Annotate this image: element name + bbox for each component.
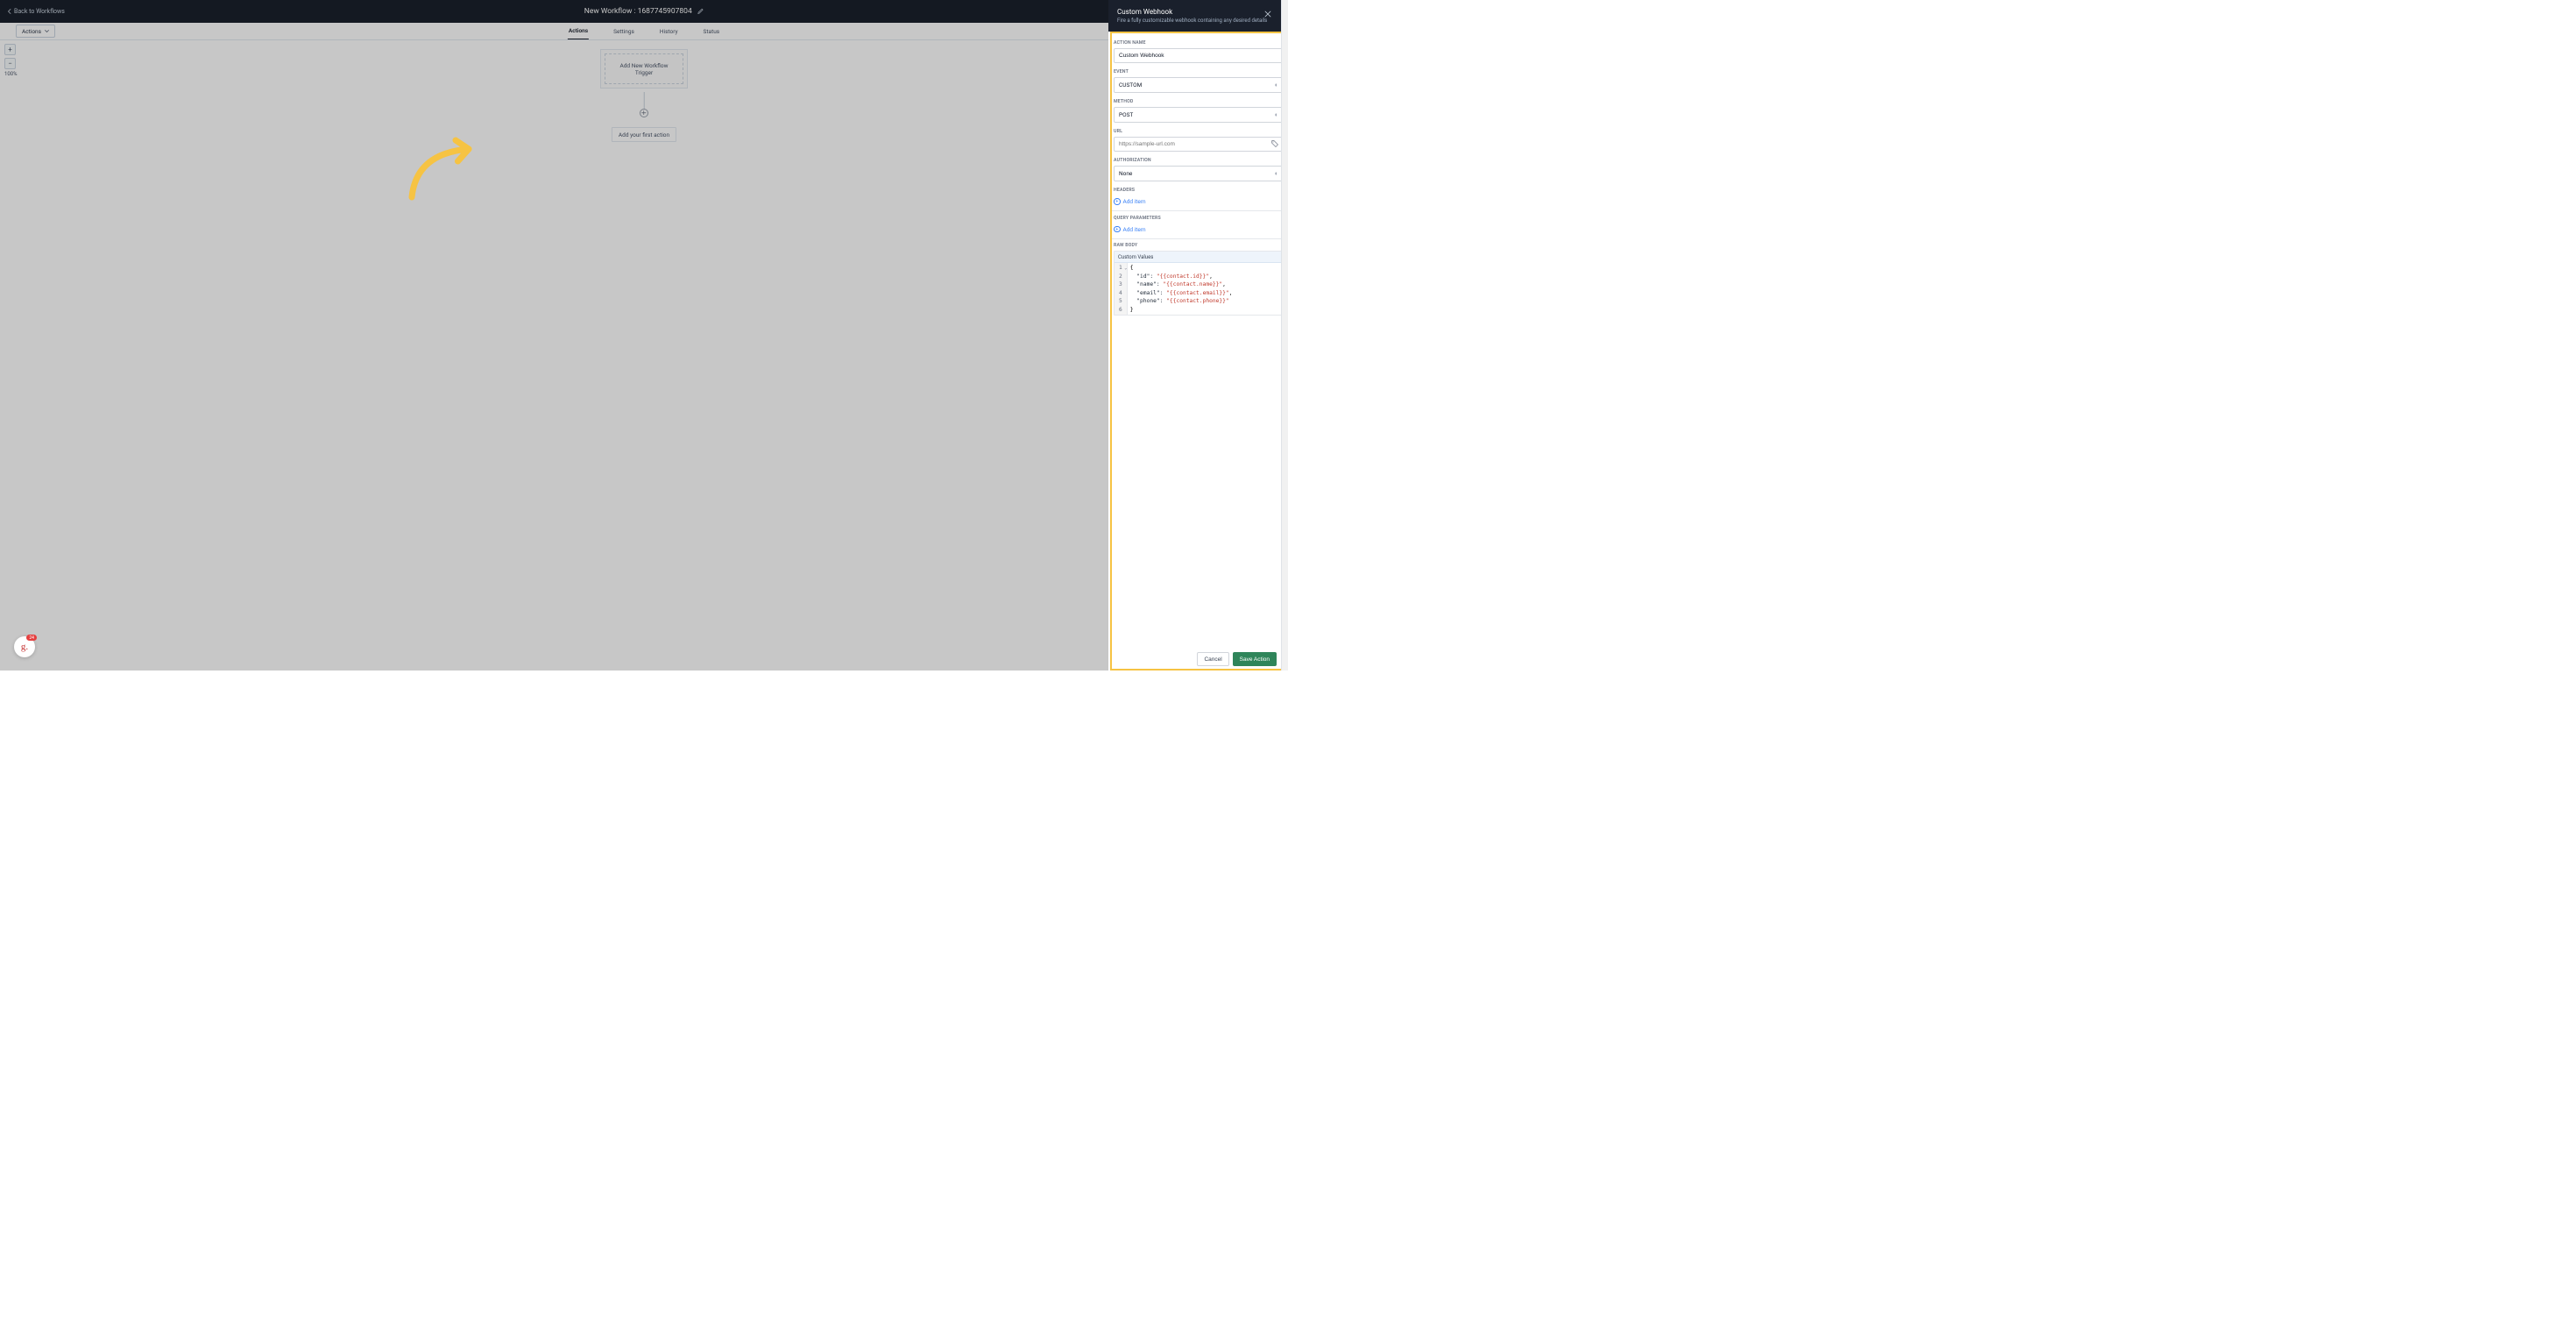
drawer-footer: Cancel Save Action [1197, 652, 1277, 666]
event-label: EVENT [1114, 69, 1283, 74]
drawer-body: ACTION NAME EVENT CUSTOM ▲▼ METHOD POST … [1112, 33, 1284, 320]
plus-circle-icon: + [1114, 198, 1121, 205]
action-name-label: ACTION NAME [1114, 40, 1283, 46]
select-arrows-icon: ▲▼ [1275, 83, 1277, 88]
modal-overlay [0, 0, 1288, 670]
url-input[interactable] [1114, 137, 1283, 152]
grammarly-badge[interactable]: g. 24 [14, 636, 35, 657]
event-select-value: CUSTOM [1119, 82, 1142, 89]
cancel-button[interactable]: Cancel [1197, 652, 1228, 666]
query-params-label: QUERY PARAMETERS [1114, 216, 1283, 221]
drawer-header: Custom Webhook Fire a fully customizable… [1108, 0, 1288, 32]
authorization-label: AUTHORIZATION [1114, 158, 1283, 163]
drawer-subtitle: Fire a fully customizable webhook contai… [1117, 18, 1279, 24]
code-gutter: 1 2 3 4 5 6 [1115, 263, 1128, 315]
query-params-add-label: Add item [1123, 226, 1146, 233]
scroll-gutter [1281, 0, 1288, 670]
headers-add-item[interactable]: + Add item [1114, 195, 1283, 208]
raw-body-custom-values[interactable]: Custom Values [1115, 252, 1282, 263]
plus-circle-icon: + [1114, 226, 1121, 233]
close-button[interactable] [1264, 11, 1271, 19]
divider [1112, 238, 1284, 239]
raw-body-editor[interactable]: Custom Values 1 2 3 4 5 6 { "id": "{ [1114, 251, 1283, 316]
action-drawer: Custom Webhook Fire a fully customizable… [1108, 0, 1288, 670]
headers-label: HEADERS [1114, 188, 1283, 193]
grammarly-icon: g. [21, 642, 28, 652]
save-action-button[interactable]: Save Action [1233, 652, 1277, 666]
select-arrows-icon: ▲▼ [1275, 172, 1277, 176]
authorization-select[interactable]: None ▲▼ [1114, 166, 1283, 181]
query-params-add-item[interactable]: + Add item [1114, 224, 1283, 236]
drawer-body-highlight: ACTION NAME EVENT CUSTOM ▲▼ METHOD POST … [1110, 32, 1286, 670]
url-label: URL [1114, 129, 1283, 134]
tag-icon[interactable] [1271, 140, 1278, 149]
grammarly-count: 24 [26, 635, 37, 641]
method-label: METHOD [1114, 99, 1283, 104]
raw-body-label: RAW BODY [1114, 243, 1283, 248]
headers-add-label: Add item [1123, 198, 1146, 205]
select-arrows-icon: ▲▼ [1275, 113, 1277, 117]
action-name-input[interactable] [1114, 48, 1283, 63]
code-body[interactable]: { "id": "{{contact.id}}", "name": "{{con… [1128, 263, 1282, 315]
divider [1112, 210, 1284, 211]
close-icon [1264, 11, 1271, 18]
authorization-select-value: None [1119, 170, 1132, 177]
event-select[interactable]: CUSTOM ▲▼ [1114, 77, 1283, 93]
drawer-title: Custom Webhook [1117, 8, 1279, 16]
method-select[interactable]: POST ▲▼ [1114, 107, 1283, 123]
method-select-value: POST [1119, 111, 1133, 118]
